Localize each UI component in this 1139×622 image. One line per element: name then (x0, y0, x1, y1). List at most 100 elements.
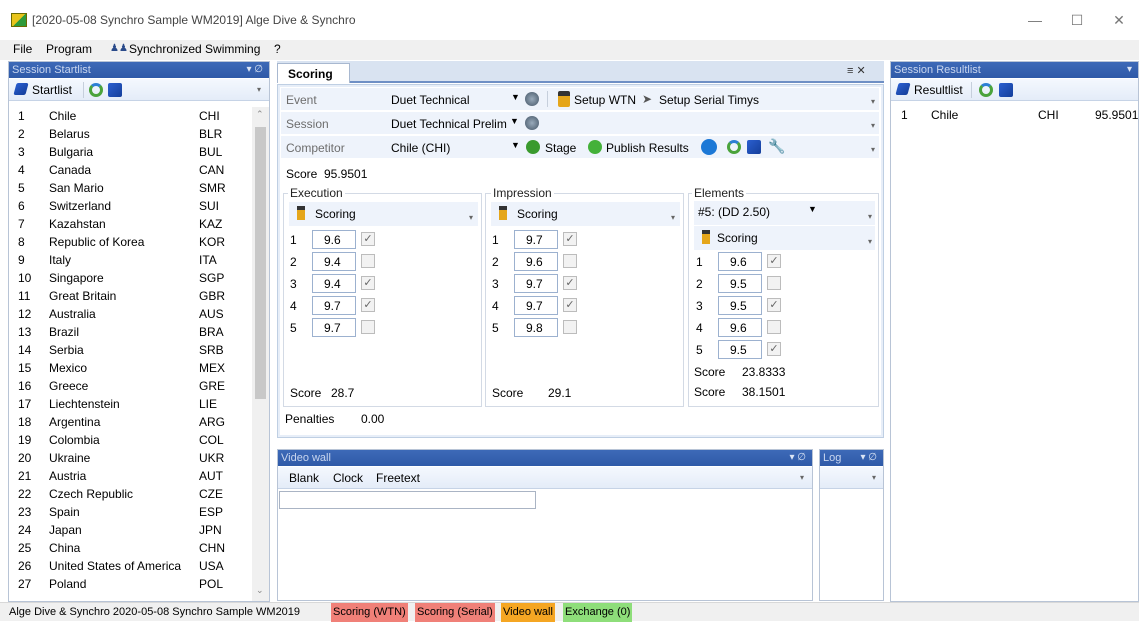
setup-serial-button[interactable]: Setup Serial Timys (659, 93, 759, 107)
minimize-button[interactable]: — (1015, 8, 1055, 32)
next-icon[interactable] (701, 139, 717, 155)
session-dropdown-icon[interactable]: ▼ (510, 116, 519, 126)
menu-file[interactable]: File (13, 42, 32, 56)
judge-check-box[interactable]: ✓ (767, 298, 781, 312)
startlist-row[interactable]: 20 Ukraine UKR (9, 449, 251, 467)
startlist-row[interactable]: 4 Canada CAN (9, 161, 251, 179)
overflow-icon[interactable]: ▾ (868, 237, 872, 246)
scroll-down-icon[interactable]: ⌄ (256, 585, 264, 596)
pin-icon[interactable]: ▾ ∅ (860, 450, 877, 466)
globe-icon[interactable] (525, 116, 539, 130)
session-select[interactable]: Duet Technical Prelim (391, 117, 507, 131)
startlist-row[interactable]: 15 Mexico MEX (9, 359, 251, 377)
startlist-row[interactable]: 7 Kazahstan KAZ (9, 215, 251, 233)
judge-score-input[interactable]: 9.7 (514, 230, 558, 249)
startlist-row[interactable]: 3 Bulgaria BUL (9, 143, 251, 161)
tab-scoring[interactable]: Scoring (277, 63, 350, 83)
event-select[interactable]: Duet Technical (391, 93, 470, 107)
overflow-icon[interactable]: ▾ (257, 85, 261, 94)
startlist-row[interactable]: 5 San Mario SMR (9, 179, 251, 197)
judge-check-box[interactable]: ✓ (767, 254, 781, 268)
judge-check-box[interactable] (361, 320, 375, 334)
competitor-select[interactable]: Chile (CHI) (391, 141, 450, 155)
startlist-row[interactable]: 13 Brazil BRA (9, 323, 251, 341)
judge-score-input[interactable]: 9.7 (514, 296, 558, 315)
startlist-button[interactable]: Startlist (32, 83, 72, 97)
judge-score-input[interactable]: 9.6 (718, 252, 762, 271)
startlist-row[interactable]: 18 Argentina ARG (9, 413, 251, 431)
pin-icon[interactable]: ▾ ∅ (789, 450, 806, 466)
overflow-icon[interactable]: ▾ (868, 212, 872, 221)
judge-score-input[interactable]: 9.7 (312, 318, 356, 337)
clock-button[interactable]: Clock (333, 471, 363, 485)
startlist-row[interactable]: 23 Spain ESP (9, 503, 251, 521)
blank-button[interactable]: Blank (289, 471, 319, 485)
overflow-icon[interactable]: ▾ (872, 473, 876, 482)
startlist-row[interactable]: 16 Greece GRE (9, 377, 251, 395)
judge-score-input[interactable]: 9.5 (718, 340, 762, 359)
export-icon[interactable] (108, 83, 122, 97)
judge-check-box[interactable]: ✓ (767, 342, 781, 356)
refresh-icon[interactable] (89, 83, 103, 97)
judge-check-box[interactable] (563, 320, 577, 334)
menu-program[interactable]: Program (46, 42, 92, 56)
result-row[interactable]: 1 Chile CHI 95.9501 (891, 106, 1138, 124)
globe-icon[interactable] (525, 92, 539, 106)
judge-check-box[interactable]: ✓ (361, 232, 375, 246)
startlist-row[interactable]: 6 Switzerland SUI (9, 197, 251, 215)
startlist-row[interactable]: 8 Republic of Korea KOR (9, 233, 251, 251)
competitor-dropdown-icon[interactable]: ▼ (511, 140, 520, 150)
judge-check-box[interactable] (767, 276, 781, 290)
judge-score-input[interactable]: 9.4 (312, 274, 356, 293)
overflow-icon[interactable]: ▾ (871, 145, 875, 154)
judge-check-box[interactable]: ✓ (563, 232, 577, 246)
scroll-up-icon[interactable]: ⌃ (256, 109, 264, 120)
overflow-icon[interactable]: ▾ (469, 213, 473, 222)
setup-wtn-button[interactable]: Setup WTN (574, 93, 636, 107)
close-button[interactable]: ✕ (1099, 8, 1139, 32)
pin-icon[interactable]: ▾ ∅ (246, 62, 263, 78)
judge-check-box[interactable]: ✓ (361, 298, 375, 312)
wrench-icon[interactable]: 🔧 (768, 138, 785, 155)
judge-check-box[interactable]: ✓ (563, 298, 577, 312)
judge-score-input[interactable]: 9.8 (514, 318, 558, 337)
startlist-scrollbar[interactable]: ⌃ ⌄ (252, 107, 269, 601)
resultlist-button[interactable]: Resultlist (914, 83, 963, 97)
maximize-button[interactable]: ☐ (1057, 8, 1097, 32)
judge-score-input[interactable]: 9.5 (718, 274, 762, 293)
refresh-icon[interactable] (979, 83, 993, 97)
judge-score-input[interactable]: 9.7 (312, 296, 356, 315)
judge-check-box[interactable] (767, 320, 781, 334)
overflow-icon[interactable]: ▾ (871, 121, 875, 130)
tab-menu-icon[interactable]: ≡ ✕ (847, 64, 866, 77)
publish-results-button[interactable]: Publish Results (606, 141, 689, 155)
scroll-thumb[interactable] (255, 127, 266, 399)
export-icon[interactable] (999, 83, 1013, 97)
export-icon[interactable] (747, 140, 761, 154)
element-dd-select[interactable]: #5: (DD 2.50) (698, 205, 770, 219)
startlist-row[interactable]: 25 China CHN (9, 539, 251, 557)
judge-check-box[interactable] (361, 254, 375, 268)
startlist-row[interactable]: 12 Australia AUS (9, 305, 251, 323)
element-dropdown-icon[interactable]: ▼ (808, 204, 817, 214)
startlist-row[interactable]: 1 Chile CHI (9, 107, 251, 125)
judge-score-input[interactable]: 9.6 (718, 318, 762, 337)
judge-check-box[interactable]: ✓ (361, 276, 375, 290)
startlist-row[interactable]: 17 Liechtenstein LIE (9, 395, 251, 413)
judge-score-input[interactable]: 9.6 (514, 252, 558, 271)
judge-score-input[interactable]: 9.5 (718, 296, 762, 315)
startlist-row[interactable]: 21 Austria AUT (9, 467, 251, 485)
startlist-row[interactable]: 26 United States of America USA (9, 557, 251, 575)
judge-check-box[interactable] (563, 254, 577, 268)
freetext-input[interactable] (279, 491, 536, 509)
startlist-row[interactable]: 14 Serbia SRB (9, 341, 251, 359)
judge-check-box[interactable]: ✓ (563, 276, 577, 290)
startlist-row[interactable]: 2 Belarus BLR (9, 125, 251, 143)
judge-score-input[interactable]: 9.7 (514, 274, 558, 293)
overflow-icon[interactable]: ▾ (671, 213, 675, 222)
freetext-button[interactable]: Freetext (376, 471, 420, 485)
startlist-row[interactable]: 11 Great Britain GBR (9, 287, 251, 305)
menu-synchronized-swimming[interactable]: Synchronized Swimming (129, 42, 260, 56)
judge-score-input[interactable]: 9.4 (312, 252, 356, 271)
startlist-row[interactable]: 10 Singapore SGP (9, 269, 251, 287)
